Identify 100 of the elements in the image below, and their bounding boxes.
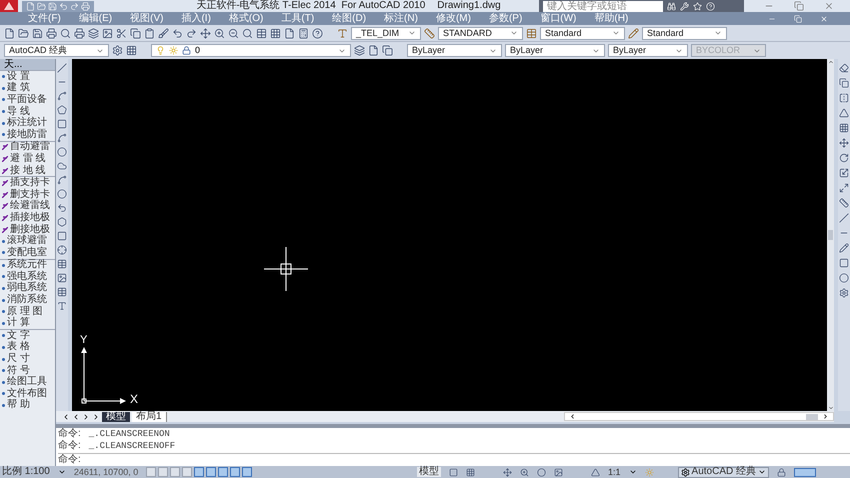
zoom-out-icon[interactable]: [228, 28, 239, 38]
scroll-thumb[interactable]: [806, 414, 818, 420]
layout-tab[interactable]: 布局1: [132, 412, 167, 422]
text-style-select[interactable]: _TEL_DIM: [351, 26, 421, 40]
grid-icon[interactable]: [270, 28, 281, 38]
last-tab-icon[interactable]: [92, 412, 100, 420]
brush-icon[interactable]: [158, 28, 169, 38]
close-icon[interactable]: [824, 1, 834, 11]
cloud-icon[interactable]: [57, 161, 67, 171]
search-icon[interactable]: [242, 28, 253, 38]
settings-icon[interactable]: [112, 45, 123, 56]
new-file-icon[interactable]: [4, 28, 15, 38]
close-icon[interactable]: [820, 14, 828, 22]
sidebar-item[interactable]: 符 号: [7, 366, 30, 376]
layers-icon[interactable]: [88, 28, 99, 38]
sidebar-item[interactable]: 文 字: [7, 330, 30, 341]
text-style-icon[interactable]: [337, 28, 348, 38]
sidebar-item[interactable]: 平面设备: [7, 94, 47, 105]
table-icon[interactable]: [256, 28, 267, 38]
table-style-icon[interactable]: [526, 28, 537, 38]
rectangle-icon[interactable]: [57, 119, 67, 129]
sidebar-item[interactable]: 消防系统: [7, 295, 47, 306]
sidebar-item[interactable]: 原 理 图: [7, 306, 43, 317]
sidebar-item[interactable]: 设 置: [7, 72, 30, 82]
dropdown-caret-icon[interactable]: [714, 29, 722, 37]
lineweight-select[interactable]: ByLayer: [608, 44, 688, 57]
scroll-up-icon[interactable]: [828, 59, 834, 65]
model-button[interactable]: 模型: [417, 467, 442, 477]
horizontal-scrollbar[interactable]: [564, 412, 834, 421]
scroll-right-icon[interactable]: [822, 413, 829, 420]
scissors-icon[interactable]: [116, 28, 127, 38]
sidebar-item[interactable]: 帮 助: [7, 400, 30, 410]
pan-icon[interactable]: [503, 468, 512, 476]
help-icon[interactable]: [312, 28, 323, 38]
workspace-select[interactable]: AutoCAD 经典: [4, 44, 109, 57]
sidebar-item[interactable]: 绘避雷线: [10, 201, 50, 212]
status-toggle[interactable]: [146, 467, 156, 477]
eraser-icon[interactable]: [839, 63, 849, 73]
dimension-style-icon[interactable]: [424, 28, 435, 38]
circle-icon[interactable]: [839, 273, 849, 283]
layer-select[interactable]: 0: [151, 44, 351, 57]
picture-icon[interactable]: [102, 28, 113, 38]
sidebar-item[interactable]: 自动避雷: [10, 142, 50, 152]
dropdown-caret-icon[interactable]: [612, 29, 620, 37]
calculator-icon[interactable]: [298, 28, 309, 38]
hexagon-icon[interactable]: [57, 217, 67, 227]
settings-icon[interactable]: [839, 288, 849, 298]
open-folder-icon[interactable]: [18, 28, 29, 38]
move-icon[interactable]: [839, 138, 849, 148]
copy-icon[interactable]: [839, 78, 849, 88]
copy-icon[interactable]: [130, 28, 141, 38]
status-toggle[interactable]: [206, 467, 216, 477]
redo-icon[interactable]: [186, 28, 197, 38]
sidebar-item[interactable]: 避 雷 线: [10, 154, 46, 164]
clipboard-icon[interactable]: [144, 28, 155, 38]
table-icon[interactable]: [57, 287, 67, 297]
triangle-icon[interactable]: [839, 108, 849, 118]
square-icon[interactable]: [839, 258, 849, 268]
curve-icon[interactable]: [57, 91, 67, 101]
sidebar-item[interactable]: 导 线: [7, 106, 30, 117]
dropdown-caret-icon[interactable]: [408, 29, 416, 37]
sidebar-item[interactable]: 变配电室: [7, 248, 47, 258]
arc-icon[interactable]: [57, 133, 67, 143]
circle-icon[interactable]: [57, 147, 67, 157]
array-icon[interactable]: [839, 123, 849, 133]
sidebar-item[interactable]: 插支持卡: [10, 178, 50, 188]
ruler-icon[interactable]: [839, 198, 849, 208]
status-toggle[interactable]: [170, 467, 180, 477]
star-icon[interactable]: [693, 2, 702, 10]
printer-icon[interactable]: [74, 28, 85, 38]
restore-icon[interactable]: [794, 1, 804, 11]
lock-icon[interactable]: [777, 468, 786, 476]
sidebar-item[interactable]: 系统元件: [7, 260, 47, 270]
line-icon[interactable]: [57, 63, 67, 73]
scroll-thumb[interactable]: [828, 230, 833, 240]
curved-arrow-icon[interactable]: [57, 203, 67, 213]
status-toggle[interactable]: [242, 467, 252, 477]
multileader-style-select[interactable]: Standard: [642, 26, 727, 40]
sidebar-item[interactable]: 插接地极: [10, 212, 50, 223]
dropdown-caret-icon[interactable]: [510, 29, 518, 37]
status-toggle[interactable]: [218, 467, 228, 477]
sidebar-item[interactable]: 删接地极: [10, 224, 50, 235]
layers-icon[interactable]: [354, 45, 365, 56]
logo-icon[interactable]: [0, 0, 18, 12]
spline-icon[interactable]: [57, 175, 67, 185]
save-icon[interactable]: [32, 28, 43, 38]
stretch-icon[interactable]: [839, 183, 849, 193]
next-tab-icon[interactable]: [82, 412, 90, 420]
status-toggle[interactable]: [230, 467, 240, 477]
vertical-scrollbar[interactable]: [827, 59, 834, 411]
dimension-style-select[interactable]: STANDARD: [438, 26, 523, 40]
sidebar-item[interactable]: 删支持卡: [10, 190, 50, 200]
clean-screen-toggle[interactable]: [794, 468, 816, 476]
layout-grid-icon[interactable]: [466, 468, 476, 476]
drawing-canvas[interactable]: Y X: [72, 59, 827, 411]
previous-tab-icon[interactable]: [72, 412, 80, 420]
sidebar-item[interactable]: 标注统计: [7, 118, 47, 128]
sidebar-item[interactable]: 绘图工具: [7, 377, 47, 388]
pencil-icon[interactable]: [839, 243, 849, 253]
printer-icon[interactable]: [46, 28, 57, 38]
